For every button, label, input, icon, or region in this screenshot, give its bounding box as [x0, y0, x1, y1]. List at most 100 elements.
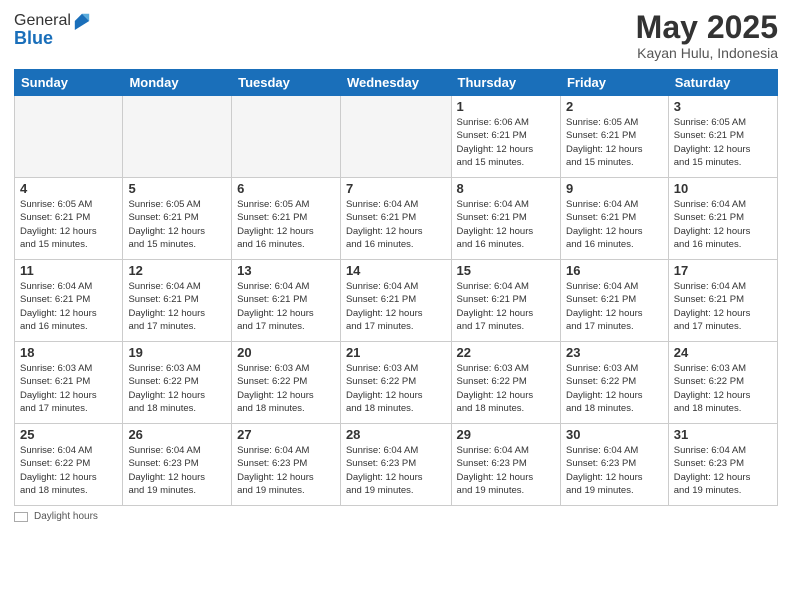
- day-number: 4: [20, 181, 117, 196]
- calendar-week-5: 25 Sunrise: 6:04 AM Sunset: 6:22 PM Dayli…: [15, 424, 778, 506]
- day-info: Sunrise: 6:04 AM Sunset: 6:23 PM Dayligh…: [674, 444, 772, 497]
- calendar-cell: 4 Sunrise: 6:05 AM Sunset: 6:21 PM Daylig…: [15, 178, 123, 260]
- day-info: Sunrise: 6:03 AM Sunset: 6:21 PM Dayligh…: [20, 362, 117, 415]
- calendar-cell: 7 Sunrise: 6:04 AM Sunset: 6:21 PM Daylig…: [340, 178, 451, 260]
- day-number: 30: [566, 427, 663, 442]
- day-number: 21: [346, 345, 446, 360]
- day-info: Sunrise: 6:06 AM Sunset: 6:21 PM Dayligh…: [457, 116, 555, 169]
- day-number: 11: [20, 263, 117, 278]
- day-info: Sunrise: 6:04 AM Sunset: 6:21 PM Dayligh…: [457, 280, 555, 333]
- calendar-cell: 10Sunrise: 6:04 AM Sunset: 6:21 PM Dayli…: [668, 178, 777, 260]
- day-info: Sunrise: 6:04 AM Sunset: 6:21 PM Dayligh…: [566, 280, 663, 333]
- calendar-cell: 8 Sunrise: 6:04 AM Sunset: 6:21 PM Daylig…: [451, 178, 560, 260]
- calendar-cell: 2 Sunrise: 6:05 AM Sunset: 6:21 PM Daylig…: [560, 96, 668, 178]
- calendar-cell: 27 Sunrise: 6:04 AM Sunset: 6:23 PM Dayli…: [232, 424, 341, 506]
- day-number: 31: [674, 427, 772, 442]
- day-info: Sunrise: 6:04 AM Sunset: 6:21 PM Dayligh…: [128, 280, 226, 333]
- day-number: 3: [674, 99, 772, 114]
- day-header-saturday: Saturday: [668, 70, 777, 96]
- day-info: Sunrise: 6:04 AM Sunset: 6:21 PM Dayligh…: [346, 198, 446, 251]
- title-block: May 2025 Kayan Hulu, Indonesia: [636, 10, 778, 61]
- day-info: Sunrise: 6:04 AM Sunset: 6:23 PM Dayligh…: [566, 444, 663, 497]
- day-info: Sunrise: 6:03 AM Sunset: 6:22 PM Dayligh…: [566, 362, 663, 415]
- day-number: 8: [457, 181, 555, 196]
- calendar-cell: [232, 96, 341, 178]
- day-info: Sunrise: 6:04 AM Sunset: 6:23 PM Dayligh…: [346, 444, 446, 497]
- calendar-cell: 23 Sunrise: 6:03 AM Sunset: 6:22 PM Dayli…: [560, 342, 668, 424]
- day-number: 27: [237, 427, 335, 442]
- day-info: Sunrise: 6:05 AM Sunset: 6:21 PM Dayligh…: [566, 116, 663, 169]
- calendar-cell: 5 Sunrise: 6:05 AM Sunset: 6:21 PM Daylig…: [123, 178, 232, 260]
- calendar-cell: 26Sunrise: 6:04 AM Sunset: 6:23 PM Dayli…: [123, 424, 232, 506]
- calendar-cell: 6Sunrise: 6:05 AM Sunset: 6:21 PM Daylig…: [232, 178, 341, 260]
- day-number: 28: [346, 427, 446, 442]
- day-number: 19: [128, 345, 226, 360]
- calendar-cell: [123, 96, 232, 178]
- calendar-cell: 14Sunrise: 6:04 AM Sunset: 6:21 PM Dayli…: [340, 260, 451, 342]
- calendar-cell: 18Sunrise: 6:03 AM Sunset: 6:21 PM Dayli…: [15, 342, 123, 424]
- calendar-week-4: 18Sunrise: 6:03 AM Sunset: 6:21 PM Dayli…: [15, 342, 778, 424]
- day-number: 12: [128, 263, 226, 278]
- calendar-cell: 21 Sunrise: 6:03 AM Sunset: 6:22 PM Dayli…: [340, 342, 451, 424]
- day-header-thursday: Thursday: [451, 70, 560, 96]
- day-header-sunday: Sunday: [15, 70, 123, 96]
- calendar-cell: 29 Sunrise: 6:04 AM Sunset: 6:23 PM Dayli…: [451, 424, 560, 506]
- day-info: Sunrise: 6:04 AM Sunset: 6:21 PM Dayligh…: [566, 198, 663, 251]
- day-header-tuesday: Tuesday: [232, 70, 341, 96]
- calendar-week-1: 1 Sunrise: 6:06 AM Sunset: 6:21 PM Daylig…: [15, 96, 778, 178]
- day-number: 23: [566, 345, 663, 360]
- legend-label: Daylight hours: [34, 511, 98, 522]
- header: General Blue May 2025 Kayan Hulu, Indone…: [14, 10, 778, 61]
- calendar-cell: 25 Sunrise: 6:04 AM Sunset: 6:22 PM Dayli…: [15, 424, 123, 506]
- day-info: Sunrise: 6:04 AM Sunset: 6:23 PM Dayligh…: [457, 444, 555, 497]
- day-number: 7: [346, 181, 446, 196]
- calendar-cell: 20Sunrise: 6:03 AM Sunset: 6:22 PM Dayli…: [232, 342, 341, 424]
- day-number: 29: [457, 427, 555, 442]
- day-header-friday: Friday: [560, 70, 668, 96]
- calendar-cell: 22Sunrise: 6:03 AM Sunset: 6:22 PM Dayli…: [451, 342, 560, 424]
- calendar-cell: 3 Sunrise: 6:05 AM Sunset: 6:21 PM Daylig…: [668, 96, 777, 178]
- day-info: Sunrise: 6:04 AM Sunset: 6:22 PM Dayligh…: [20, 444, 117, 497]
- day-info: Sunrise: 6:03 AM Sunset: 6:22 PM Dayligh…: [457, 362, 555, 415]
- day-number: 15: [457, 263, 555, 278]
- calendar-cell: 19Sunrise: 6:03 AM Sunset: 6:22 PM Dayli…: [123, 342, 232, 424]
- calendar-cell: 30 Sunrise: 6:04 AM Sunset: 6:23 PM Dayli…: [560, 424, 668, 506]
- day-info: Sunrise: 6:04 AM Sunset: 6:21 PM Dayligh…: [237, 280, 335, 333]
- day-number: 5: [128, 181, 226, 196]
- calendar-cell: 16 Sunrise: 6:04 AM Sunset: 6:21 PM Dayli…: [560, 260, 668, 342]
- day-info: Sunrise: 6:05 AM Sunset: 6:21 PM Dayligh…: [674, 116, 772, 169]
- subtitle: Kayan Hulu, Indonesia: [636, 45, 778, 61]
- calendar-cell: [15, 96, 123, 178]
- legend-box: [14, 512, 28, 522]
- main-title: May 2025: [636, 10, 778, 45]
- day-info: Sunrise: 6:04 AM Sunset: 6:23 PM Dayligh…: [128, 444, 226, 497]
- day-number: 17: [674, 263, 772, 278]
- logo-icon: [73, 10, 91, 32]
- day-number: 9: [566, 181, 663, 196]
- calendar: SundayMondayTuesdayWednesdayThursdayFrid…: [14, 69, 778, 506]
- calendar-cell: 24Sunrise: 6:03 AM Sunset: 6:22 PM Dayli…: [668, 342, 777, 424]
- day-number: 16: [566, 263, 663, 278]
- day-info: Sunrise: 6:05 AM Sunset: 6:21 PM Dayligh…: [20, 198, 117, 251]
- day-info: Sunrise: 6:04 AM Sunset: 6:21 PM Dayligh…: [674, 280, 772, 333]
- calendar-cell: 17 Sunrise: 6:04 AM Sunset: 6:21 PM Dayli…: [668, 260, 777, 342]
- calendar-cell: 13Sunrise: 6:04 AM Sunset: 6:21 PM Dayli…: [232, 260, 341, 342]
- day-info: Sunrise: 6:04 AM Sunset: 6:23 PM Dayligh…: [237, 444, 335, 497]
- page: General Blue May 2025 Kayan Hulu, Indone…: [0, 0, 792, 612]
- day-header-monday: Monday: [123, 70, 232, 96]
- day-number: 2: [566, 99, 663, 114]
- day-number: 24: [674, 345, 772, 360]
- logo: General Blue: [14, 10, 91, 49]
- calendar-cell: 9 Sunrise: 6:04 AM Sunset: 6:21 PM Daylig…: [560, 178, 668, 260]
- day-info: Sunrise: 6:04 AM Sunset: 6:21 PM Dayligh…: [457, 198, 555, 251]
- day-header-wednesday: Wednesday: [340, 70, 451, 96]
- day-number: 25: [20, 427, 117, 442]
- footer: Daylight hours: [14, 511, 778, 522]
- calendar-cell: [340, 96, 451, 178]
- day-number: 1: [457, 99, 555, 114]
- calendar-cell: 1 Sunrise: 6:06 AM Sunset: 6:21 PM Daylig…: [451, 96, 560, 178]
- day-info: Sunrise: 6:03 AM Sunset: 6:22 PM Dayligh…: [346, 362, 446, 415]
- calendar-cell: 31 Sunrise: 6:04 AM Sunset: 6:23 PM Dayli…: [668, 424, 777, 506]
- day-info: Sunrise: 6:03 AM Sunset: 6:22 PM Dayligh…: [237, 362, 335, 415]
- day-info: Sunrise: 6:05 AM Sunset: 6:21 PM Dayligh…: [128, 198, 226, 251]
